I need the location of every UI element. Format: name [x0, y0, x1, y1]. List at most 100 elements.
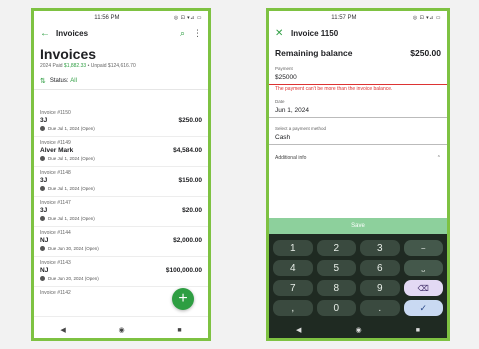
due-date: Due Jun 30, 2024 (Open) [48, 246, 99, 251]
remaining-balance: Remaining balance $250.00 [269, 42, 447, 62]
customer-name: NJ [40, 237, 49, 244]
nav-recents-icon[interactable]: ■ [177, 327, 181, 334]
invoice-number: Invoice #1143 [40, 260, 71, 266]
app-bar: ✕ Invoice 1150 [269, 24, 447, 42]
nav-recents-icon[interactable]: ■ [416, 327, 420, 334]
payment-field[interactable]: Payment $25000 [269, 62, 447, 85]
key-8[interactable]: 8 [316, 280, 356, 296]
list-item[interactable]: Invoice #1149 Alver Mark $4,584.00 Due Ju… [34, 137, 208, 167]
remaining-value: $250.00 [410, 48, 441, 58]
key-7[interactable]: 7 [273, 280, 313, 296]
done-check-icon[interactable]: ✓ [403, 300, 443, 316]
clock-icon [40, 276, 45, 281]
key-5[interactable]: 5 [316, 260, 356, 276]
customer-name: Alver Mark [40, 147, 74, 154]
clock-icon [40, 186, 45, 191]
payment-label: Payment [275, 66, 293, 71]
list-item[interactable]: Invoice #1147 3J $20.00 Due Jul 1, 2024 (… [34, 197, 208, 227]
due-date: Due Jul 1, 2024 (Open) [48, 216, 95, 221]
summary-paid: $1,882.33 [63, 63, 87, 69]
key-1[interactable]: 1 [273, 240, 313, 256]
chevron-up-icon: ⌃ [436, 155, 441, 161]
clock-icon [40, 246, 45, 251]
nav-home-icon[interactable]: ◉ [119, 326, 125, 334]
date-field[interactable]: Date Jun 1, 2024 [269, 95, 447, 118]
app-bar-title: Invoices [56, 28, 89, 38]
key-3[interactable]: 3 [360, 240, 400, 256]
invoice-number: Invoice #1150 [40, 110, 71, 116]
filter-icon: ⇅ [40, 78, 46, 85]
payment-input[interactable]: $25000 [275, 74, 441, 81]
close-icon[interactable]: ✕ [275, 28, 291, 39]
key-4[interactable]: 4 [273, 260, 313, 276]
list-item[interactable]: Invoice #1150 3J $250.00 Due Jul 1, 2024 … [34, 107, 208, 137]
payment-method-field[interactable]: Select a payment method Cash [269, 122, 447, 145]
status-icons: ◎ ⊡ ▾⊿ ▭ [173, 14, 202, 21]
status-bar: 11:57 PM ◎ ⊡ ▾⊿ ▭ [269, 11, 447, 24]
invoice-number: Invoice #1148 [40, 170, 71, 176]
key-comma[interactable]: , [273, 300, 313, 316]
payment-error: The payment can't be more than the invoi… [269, 85, 447, 95]
search-icon[interactable]: ⌕ [180, 28, 185, 39]
due-date: Due Jul 1, 2024 (Open) [48, 186, 95, 191]
key-period[interactable]: . [360, 300, 400, 316]
clock-icon [40, 126, 45, 131]
numeric-keypad: 1 2 3 − 4 5 6 ⎵ 7 8 9 ⌫ , 0 . ✓ [269, 234, 447, 322]
filter-value: All [70, 78, 77, 84]
payment-method-label: Select a payment method [275, 126, 327, 131]
add-invoice-button[interactable]: + [172, 288, 194, 310]
status-bar: 11:56 PM ◎ ⊡ ▾⊿ ▭ [34, 11, 208, 24]
system-nav-bar: ◀ ◉ ■ [269, 322, 447, 338]
invoice-number: Invoice #1147 [40, 200, 71, 206]
list-item[interactable]: Invoice #1143 NJ $100,000.00 Due Jun 20, … [34, 257, 208, 287]
key-0[interactable]: 0 [316, 300, 356, 316]
payment-method-value[interactable]: Cash [275, 134, 441, 141]
app-bar: ← Invoices ⌕ ⋮ [34, 24, 208, 42]
date-label: Date [275, 99, 285, 104]
key-2[interactable]: 2 [316, 240, 356, 256]
page-title: Invoices [40, 46, 97, 62]
clock-icon [40, 216, 45, 221]
invoice-number: Invoice #1144 [40, 230, 71, 236]
filter-label: Status: [49, 78, 69, 84]
customer-name: 3J [40, 177, 48, 184]
clock-icon [40, 156, 45, 161]
invoice-amount: $100,000.00 [165, 267, 202, 274]
customer-name: 3J [40, 117, 48, 124]
nav-back-icon[interactable]: ◀ [296, 326, 301, 334]
status-filter[interactable]: ⇅ Status: All [34, 73, 208, 90]
additional-info-toggle[interactable]: Additional info ⌃ [269, 145, 447, 171]
payment-summary: 2024 Paid $1,882.33 • Unpaid $124,616.70 [34, 62, 208, 73]
due-date: Due Jul 1, 2024 (Open) [48, 156, 95, 161]
save-button[interactable]: Save [269, 218, 447, 234]
app-bar-title: Invoice 1150 [291, 28, 339, 38]
invoice-amount: $150.00 [178, 177, 203, 184]
invoices-screen: 11:56 PM ◎ ⊡ ▾⊿ ▭ ← Invoices ⌕ ⋮ Invoice… [31, 8, 211, 341]
list-item[interactable]: Invoice #1148 3J $150.00 Due Jul 1, 2024 … [34, 167, 208, 197]
back-arrow-icon[interactable]: ← [40, 28, 56, 39]
key-9[interactable]: 9 [360, 280, 400, 296]
invoice-amount: $4,584.00 [173, 147, 202, 154]
key-minus[interactable]: − [403, 240, 443, 256]
date-value[interactable]: Jun 1, 2024 [275, 107, 441, 114]
more-options-icon[interactable]: ⋮ [193, 28, 202, 39]
invoice-amount: $20.00 [182, 207, 202, 214]
due-date: Due Jun 20, 2024 (Open) [48, 276, 99, 281]
remaining-label: Remaining balance [275, 48, 353, 58]
system-nav-bar: ◀ ◉ ■ [34, 322, 208, 338]
backspace-icon[interactable]: ⌫ [403, 280, 443, 296]
key-space[interactable]: ⎵ [403, 260, 443, 276]
payment-screen: 11:57 PM ◎ ⊡ ▾⊿ ▭ ✕ Invoice 1150 Remaini… [266, 8, 450, 341]
nav-home-icon[interactable]: ◉ [356, 326, 362, 334]
summary-prefix: 2024 Paid [40, 63, 63, 69]
status-time: 11:57 PM [331, 14, 357, 21]
nav-back-icon[interactable]: ◀ [60, 326, 65, 334]
summary-unpaid: • Unpaid $124,616.70 [87, 63, 136, 69]
status-icons: ◎ ⊡ ▾⊿ ▭ [412, 14, 441, 21]
list-item[interactable]: Invoice #1144 NJ $2,000.00 Due Jun 30, 20… [34, 227, 208, 257]
key-6[interactable]: 6 [360, 260, 400, 276]
payment-error-text: The payment can't be more than the invoi… [275, 86, 393, 92]
invoice-amount: $250.00 [178, 117, 203, 124]
invoice-amount: $2,000.00 [173, 237, 202, 244]
additional-info-label: Additional info [275, 155, 307, 161]
